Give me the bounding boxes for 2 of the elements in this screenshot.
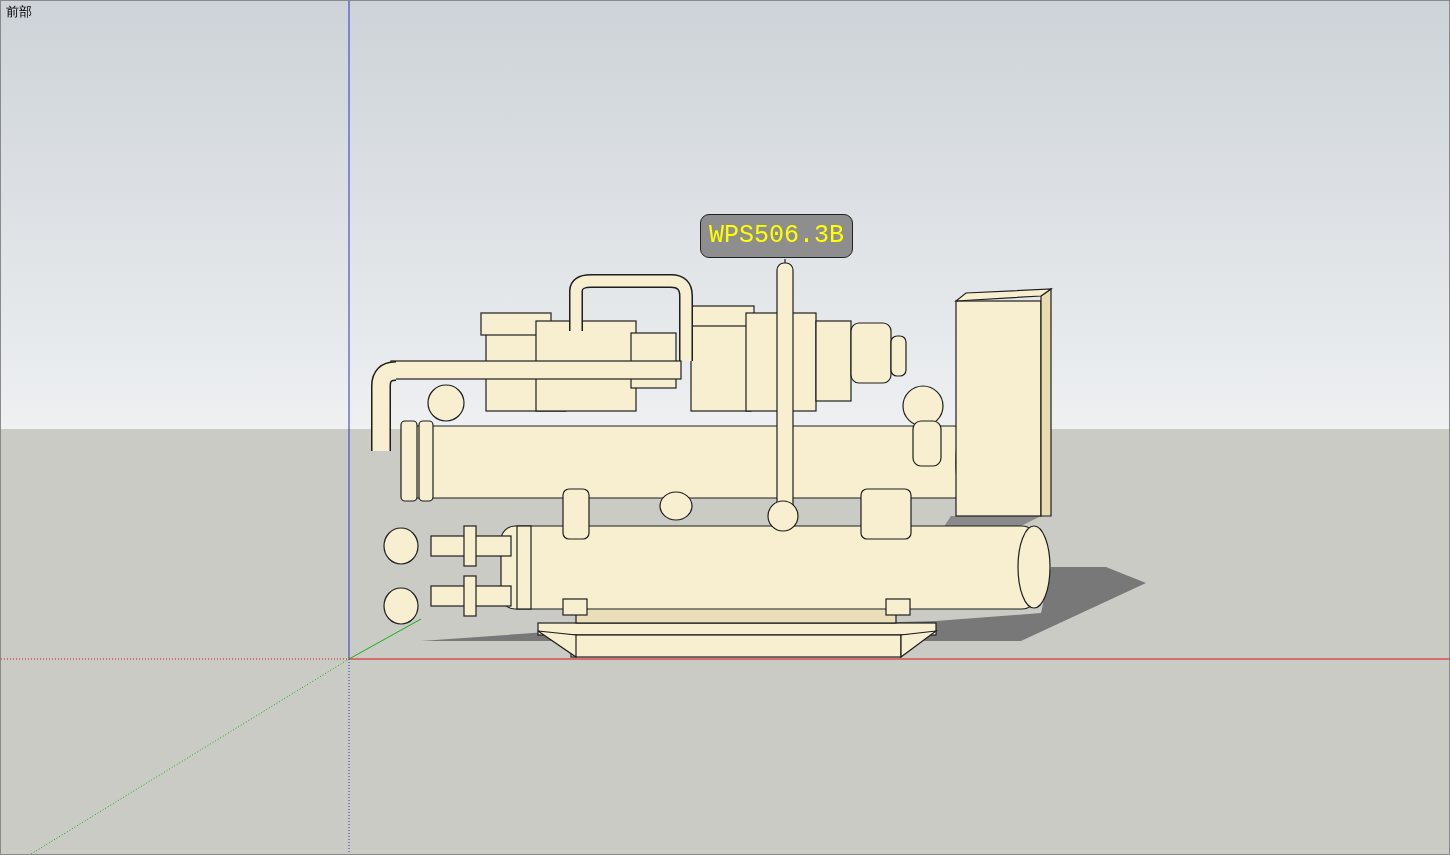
model-label: WPS506.3B <box>700 214 854 258</box>
view-name: 前部 <box>6 3 32 21</box>
